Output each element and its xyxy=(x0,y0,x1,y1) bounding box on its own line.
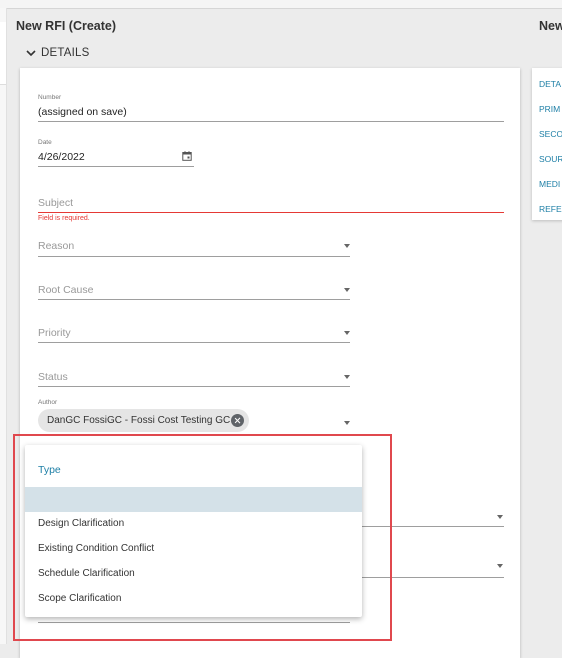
author-label: Author xyxy=(38,399,58,406)
subject-underline xyxy=(38,212,504,213)
reason-underline xyxy=(38,256,350,257)
number-value: (assigned on save) xyxy=(38,106,127,118)
section-label: DETAILS xyxy=(41,47,90,59)
details-section-toggle[interactable]: DETAILS xyxy=(26,47,89,59)
priority-dropdown-icon[interactable] xyxy=(344,331,350,335)
author-chip[interactable]: DanGC FossiGC - Fossi Cost Testing GC xyxy=(38,409,249,432)
calendar-icon[interactable] xyxy=(182,151,192,161)
side-nav-primary[interactable]: PRIM xyxy=(539,104,560,114)
date-label: Date xyxy=(38,139,52,146)
root-cause-underline xyxy=(38,299,350,300)
side-nav-media[interactable]: MEDI xyxy=(539,179,560,189)
chevron-down-icon xyxy=(26,50,36,57)
root-cause-select[interactable]: Root Cause xyxy=(38,284,93,296)
type-dropdown-panel: Type Design Clarification Existing Condi… xyxy=(25,445,362,617)
secondary-page-title: New xyxy=(539,19,562,33)
author-chip-label: DanGC FossiGC - Fossi Cost Testing GC xyxy=(47,415,231,426)
status-select[interactable]: Status xyxy=(38,371,68,383)
side-nav-secondary[interactable]: SECO xyxy=(539,129,562,139)
left-panel-edge xyxy=(0,8,7,644)
type-dropdown-header: Type xyxy=(38,464,61,476)
status-underline xyxy=(38,386,350,387)
number-underline xyxy=(38,121,504,122)
type-option-empty[interactable] xyxy=(25,487,362,512)
side-nav-details[interactable]: DETA xyxy=(539,79,561,89)
root-cause-dropdown-icon[interactable] xyxy=(344,288,350,292)
type-option[interactable]: Scope Clarification xyxy=(38,593,121,604)
reason-select[interactable]: Reason xyxy=(38,240,74,252)
page-title: New RFI (Create) xyxy=(16,19,117,33)
status-dropdown-icon[interactable] xyxy=(344,375,350,379)
reason-dropdown-icon[interactable] xyxy=(344,244,350,248)
hidden-field-underline-2 xyxy=(350,577,504,578)
top-bar xyxy=(0,0,562,9)
left-panel-tab xyxy=(0,22,6,85)
subject-input[interactable]: Subject xyxy=(38,197,73,209)
number-label: Number xyxy=(38,94,62,101)
side-nav-references[interactable]: REFE xyxy=(539,204,562,214)
hidden-field-underline-1 xyxy=(350,526,504,527)
hidden-field-dropdown-icon-1[interactable] xyxy=(497,515,503,519)
remove-chip-icon[interactable] xyxy=(231,414,244,427)
date-field[interactable]: 4/26/2022 xyxy=(38,151,85,163)
hidden-field-underline-3 xyxy=(38,622,350,623)
subject-error: Field is required. xyxy=(38,215,90,222)
date-underline xyxy=(38,166,194,167)
priority-underline xyxy=(38,342,350,343)
type-option[interactable]: Schedule Clarification xyxy=(38,568,135,579)
side-navigation: DETA PRIM SECO SOUR MEDI REFE xyxy=(532,68,562,220)
author-dropdown-icon[interactable] xyxy=(344,421,350,425)
hidden-field-dropdown-icon-2[interactable] xyxy=(497,564,503,568)
side-nav-source[interactable]: SOUR xyxy=(539,154,562,164)
type-option[interactable]: Existing Condition Conflict xyxy=(38,543,154,554)
type-option[interactable]: Design Clarification xyxy=(38,518,124,529)
priority-select[interactable]: Priority xyxy=(38,327,71,339)
